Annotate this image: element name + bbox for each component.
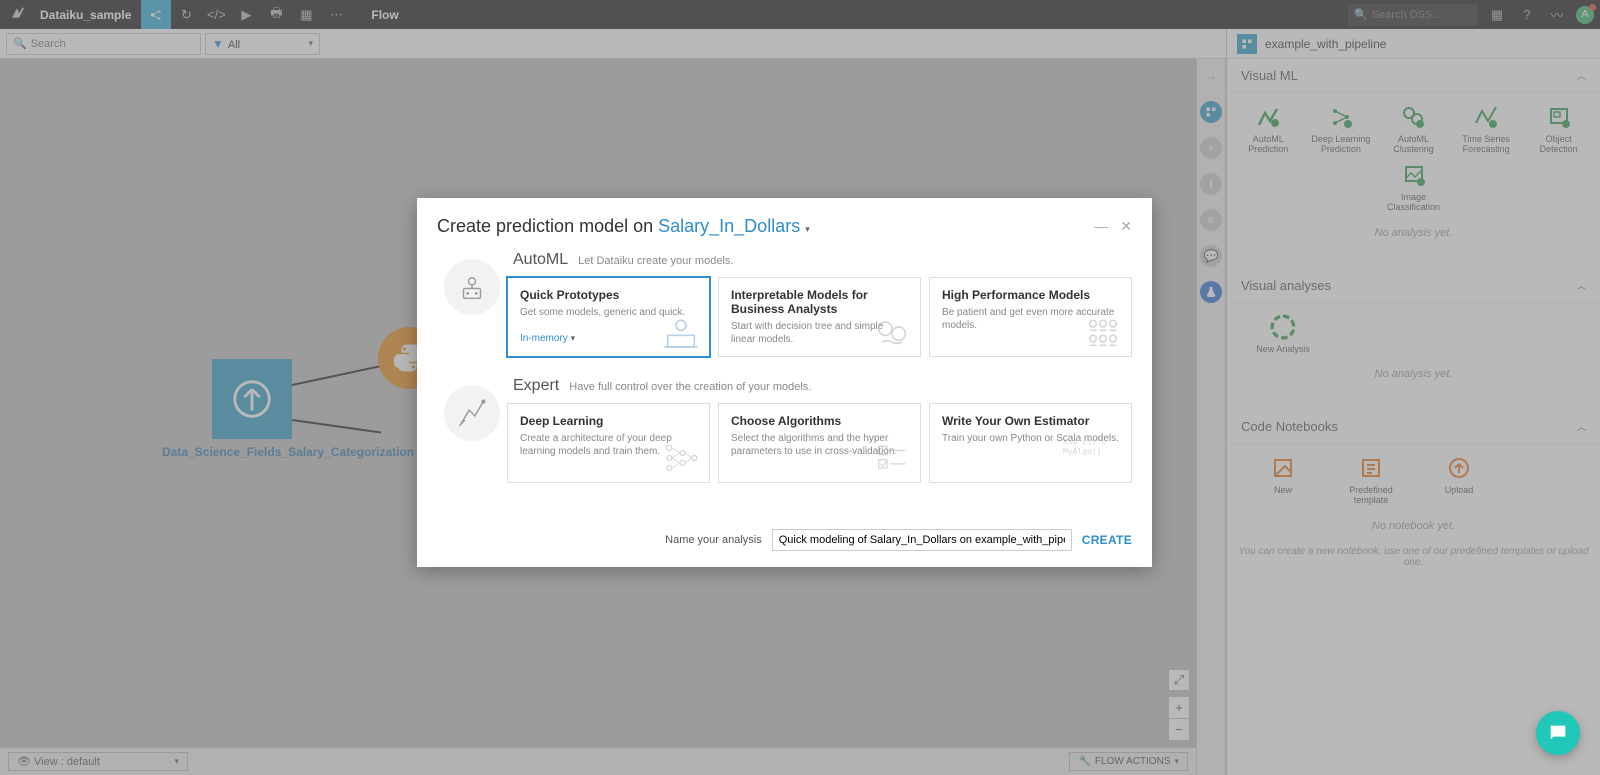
card-choose-algorithms[interactable]: Choose Algorithms Select the algorithms … (718, 403, 921, 483)
modal-title-target[interactable]: Salary_In_Dollars ▾ (658, 216, 810, 236)
card-title: Quick Prototypes (520, 288, 697, 302)
card-icon (661, 438, 701, 474)
chevron-down-icon: ▾ (805, 224, 810, 234)
card-interpretable-models[interactable]: Interpretable Models for Business Analys… (718, 277, 921, 357)
card-deep-learning[interactable]: Deep Learning Create a architecture of y… (507, 403, 710, 483)
modal-title: Create prediction model on Salary_In_Dol… (437, 216, 810, 237)
card-high-performance[interactable]: High Performance Models Be patient and g… (929, 277, 1132, 357)
card-icon (872, 312, 912, 348)
chat-fab[interactable] (1536, 711, 1580, 755)
card-icon (661, 312, 701, 348)
card-quick-prototypes[interactable]: Quick Prototypes Get some models, generi… (507, 277, 710, 357)
name-analysis-label: Name your analysis (665, 534, 762, 546)
automl-sub: Let Dataiku create your models. (578, 255, 733, 267)
card-title: High Performance Models (942, 288, 1119, 302)
close-button[interactable]: ✕ (1120, 218, 1132, 235)
expert-heading: Expert (513, 377, 559, 395)
card-title: Choose Algorithms (731, 414, 908, 428)
modal-title-prefix: Create prediction model on (437, 216, 658, 236)
chat-icon (1547, 722, 1569, 744)
card-icon: >>> clf =MyAlgo() (1063, 438, 1123, 474)
card-own-estimator[interactable]: Write Your Own Estimator Train your own … (929, 403, 1132, 483)
minimize-button[interactable]: — (1094, 218, 1108, 235)
expert-sub: Have full control over the creation of y… (569, 381, 811, 393)
expert-section-icon (444, 385, 500, 441)
card-title: Write Your Own Estimator (942, 414, 1119, 428)
create-prediction-modal: Create prediction model on Salary_In_Dol… (417, 198, 1152, 567)
automl-section-icon (444, 259, 500, 315)
card-icon (1083, 312, 1123, 348)
automl-heading: AutoML (513, 251, 568, 269)
card-icon (872, 438, 912, 474)
card-title: Deep Learning (520, 414, 697, 428)
create-button[interactable]: CREATE (1082, 533, 1132, 547)
chevron-down-icon: ▾ (571, 333, 576, 343)
analysis-name-input[interactable] (772, 529, 1072, 551)
